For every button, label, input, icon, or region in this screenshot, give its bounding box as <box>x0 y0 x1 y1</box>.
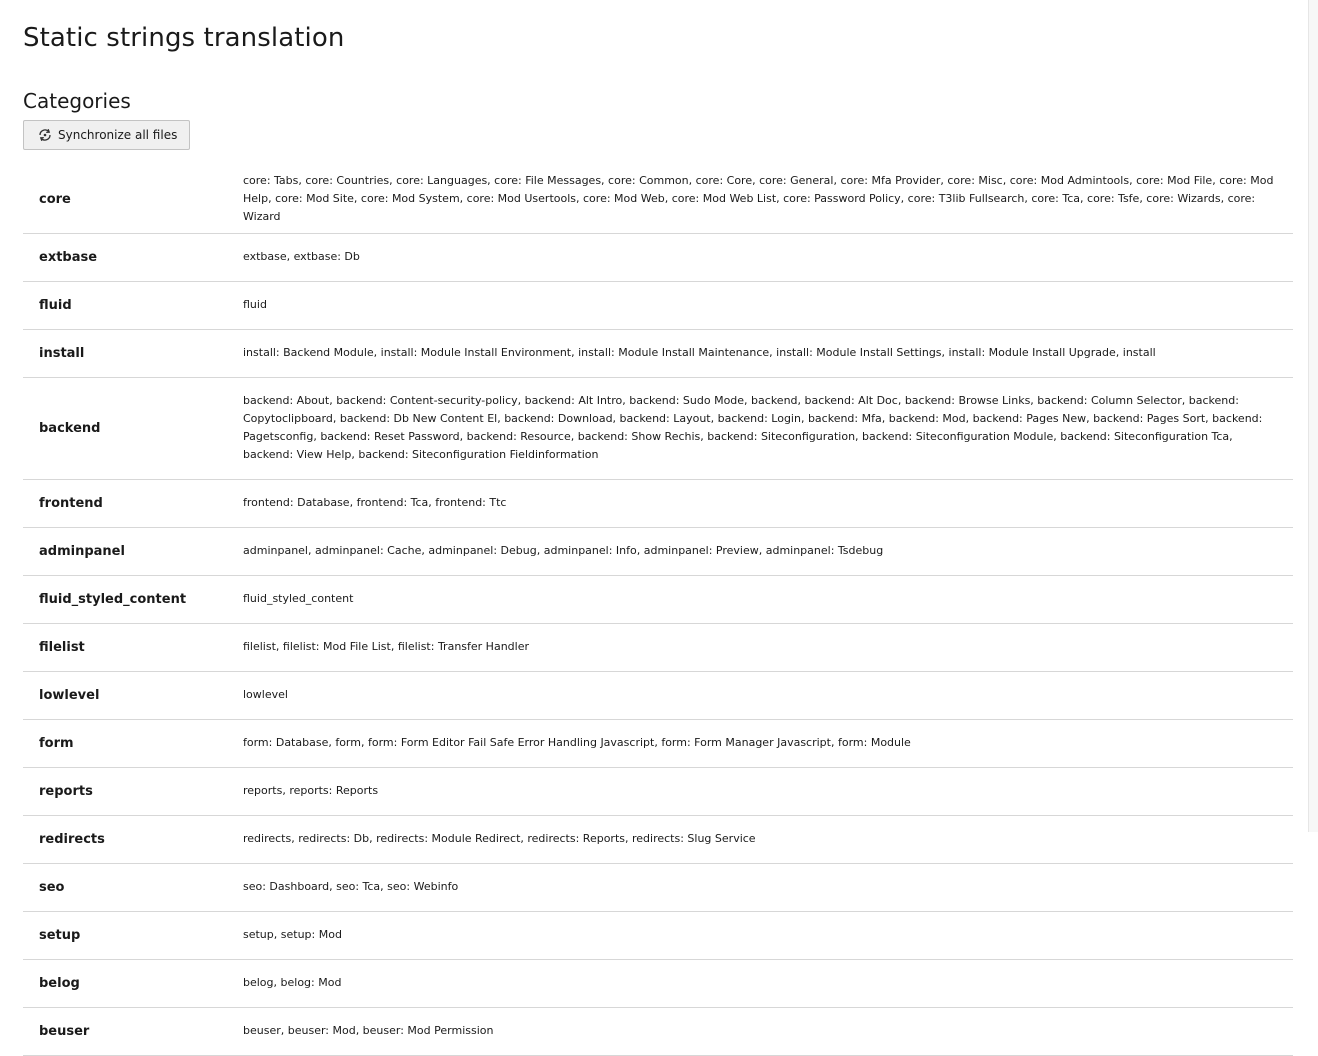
category-name: install <box>23 329 227 378</box>
category-row: fluid fluid <box>23 281 1293 330</box>
category-name: extbase <box>23 233 227 282</box>
category-name: redirects <box>23 815 227 864</box>
category-items: frontend: Database, frontend: Tca, front… <box>227 479 1293 528</box>
categories-table: core core: Tabs, core: Countries, core: L… <box>23 166 1293 1056</box>
category-items: filelist, filelist: Mod File List, filel… <box>227 623 1293 672</box>
category-row: setup setup, setup: Mod <box>23 911 1293 960</box>
category-row: seo seo: Dashboard, seo: Tca, seo: Webinf… <box>23 863 1293 912</box>
category-row: redirects redirects, redirects: Db, redir… <box>23 815 1293 864</box>
category-items: reports, reports: Reports <box>227 767 1293 816</box>
category-name: fluid_styled_content <box>23 575 227 624</box>
category-name: backend <box>23 377 227 480</box>
category-items: backend: About, backend: Content-securit… <box>227 377 1293 480</box>
category-items: beuser, beuser: Mod, beuser: Mod Permiss… <box>227 1007 1293 1056</box>
synchronize-all-files-button[interactable]: Synchronize all files <box>23 120 191 150</box>
category-items: setup, setup: Mod <box>227 911 1293 960</box>
category-name: form <box>23 719 227 768</box>
category-row: fluid_styled_content fluid_styled_content <box>23 575 1293 624</box>
category-items: fluid <box>227 281 1293 330</box>
category-row: core core: Tabs, core: Countries, core: L… <box>23 166 1293 234</box>
category-name: adminpanel <box>23 527 227 576</box>
category-name: setup <box>23 911 227 960</box>
category-items: seo: Dashboard, seo: Tca, seo: Webinfo <box>227 863 1293 912</box>
category-items: install: Backend Module, install: Module… <box>227 329 1293 378</box>
category-row: belog belog, belog: Mod <box>23 959 1293 1008</box>
category-name: beuser <box>23 1007 227 1056</box>
category-name: reports <box>23 767 227 816</box>
category-name: seo <box>23 863 227 912</box>
category-name: frontend <box>23 479 227 528</box>
scrollbar[interactable] <box>1308 0 1318 832</box>
category-row: frontend frontend: Database, frontend: Tc… <box>23 479 1293 528</box>
category-items: belog, belog: Mod <box>227 959 1293 1008</box>
category-row: extbase extbase, extbase: Db <box>23 233 1293 282</box>
category-items: form: Database, form, form: Form Editor … <box>227 719 1293 768</box>
section-title: Categories <box>23 89 131 113</box>
category-items: fluid_styled_content <box>227 575 1293 624</box>
category-name: core <box>23 166 227 234</box>
category-row: lowlevel lowlevel <box>23 671 1293 720</box>
category-name: lowlevel <box>23 671 227 720</box>
category-row: filelist filelist, filelist: Mod File Lis… <box>23 623 1293 672</box>
category-row: install install: Backend Module, install:… <box>23 329 1293 378</box>
category-items: lowlevel <box>227 671 1293 720</box>
category-row: beuser beuser, beuser: Mod, beuser: Mod P… <box>23 1007 1293 1056</box>
category-row: adminpanel adminpanel, adminpanel: Cache,… <box>23 527 1293 576</box>
sync-button-label: Synchronize all files <box>58 128 178 142</box>
category-items: redirects, redirects: Db, redirects: Mod… <box>227 815 1293 864</box>
category-name: fluid <box>23 281 227 330</box>
page-content: Static strings translation Categories Sy… <box>0 0 1318 1056</box>
category-items: adminpanel, adminpanel: Cache, adminpane… <box>227 527 1293 576</box>
category-row: form form: Database, form, form: Form Edi… <box>23 719 1293 768</box>
category-name: belog <box>23 959 227 1008</box>
sync-icon <box>37 128 53 142</box>
category-items: core: Tabs, core: Countries, core: Langu… <box>227 166 1293 234</box>
category-items: extbase, extbase: Db <box>227 233 1293 282</box>
category-name: filelist <box>23 623 227 672</box>
page-title: Static strings translation <box>23 23 345 53</box>
category-row: backend backend: About, backend: Content-… <box>23 377 1293 480</box>
category-row: reports reports, reports: Reports <box>23 767 1293 816</box>
